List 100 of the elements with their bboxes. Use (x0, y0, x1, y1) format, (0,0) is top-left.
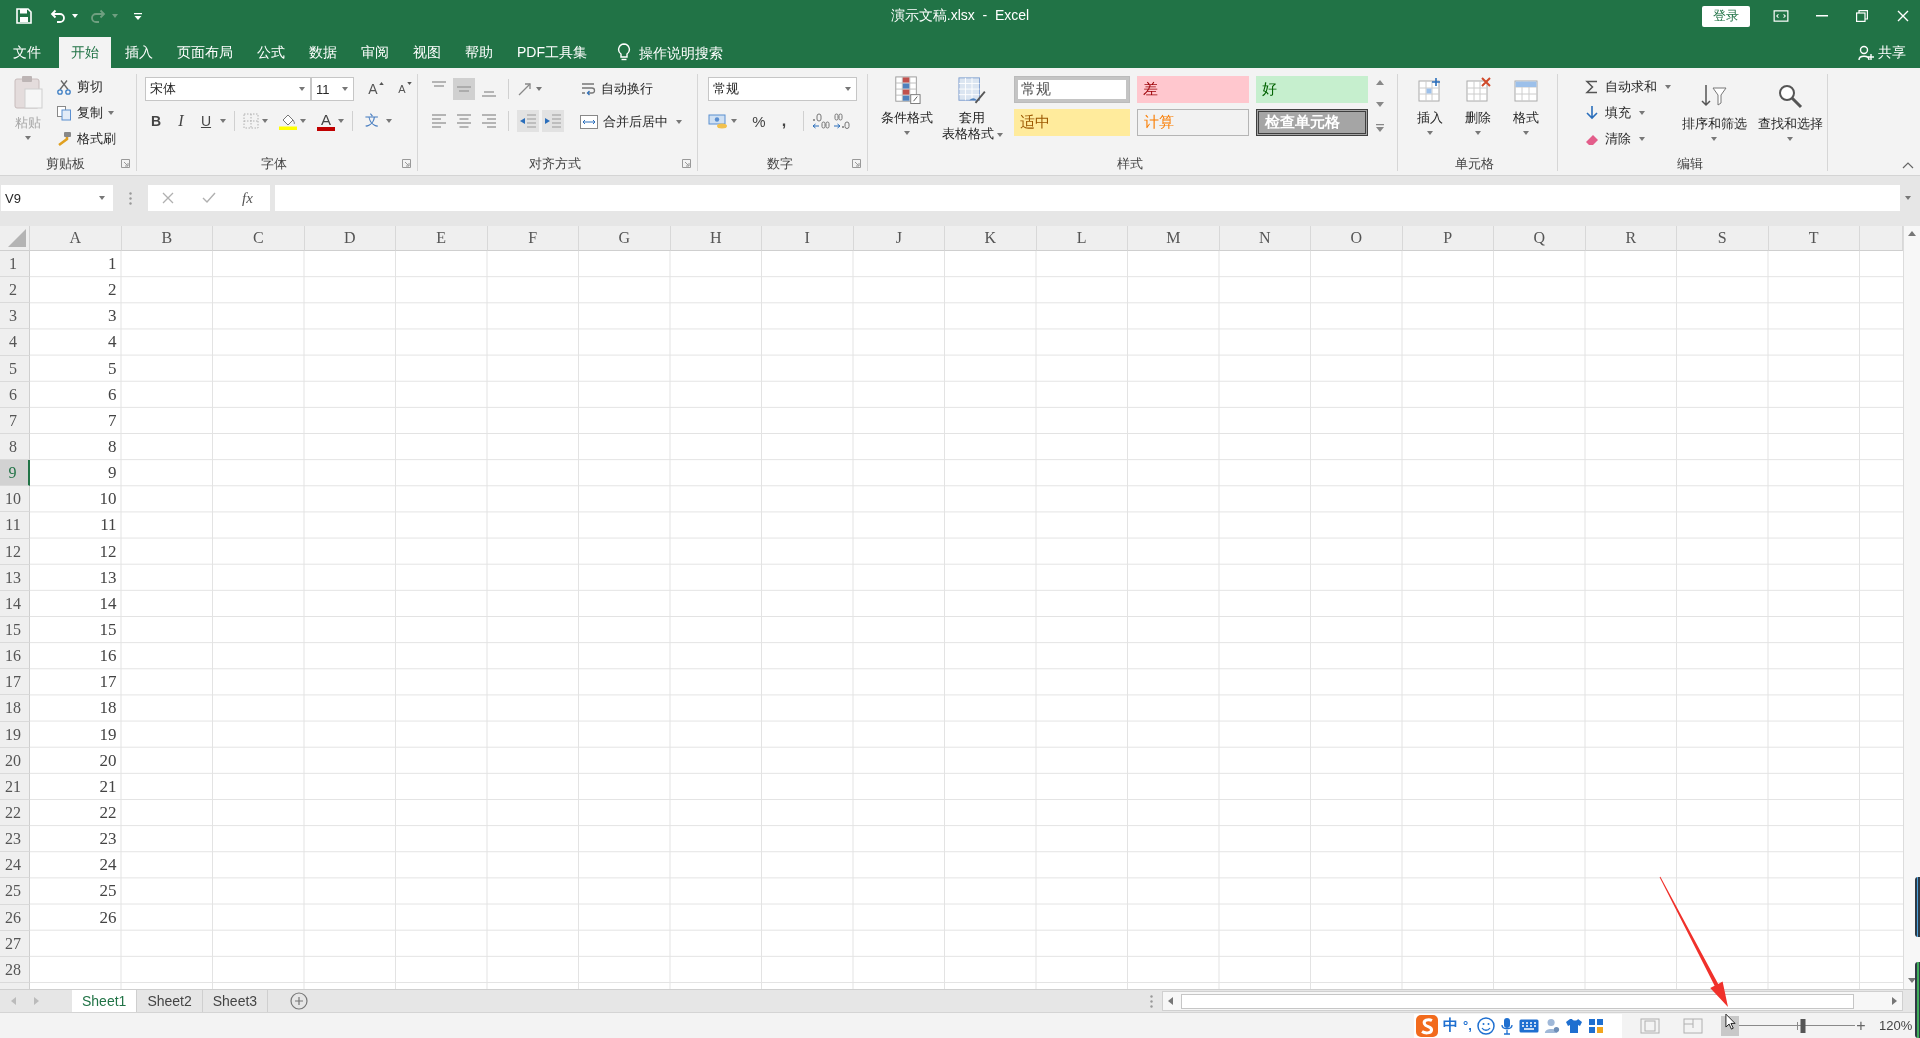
column-header[interactable]: J (853, 226, 945, 251)
page-layout-icon[interactable] (1640, 1017, 1660, 1034)
cell-style-item[interactable]: 差 (1137, 76, 1249, 103)
ribbon-display-icon[interactable] (1773, 10, 1789, 22)
increase-decimal-icon[interactable] (812, 112, 830, 130)
sort-filter-button[interactable]: 排序和筛选 (1679, 74, 1749, 152)
caret-icon[interactable] (72, 14, 78, 18)
caret-icon[interactable] (338, 119, 344, 123)
percent-button[interactable]: % (748, 110, 770, 132)
row-header[interactable]: 19 (0, 721, 30, 748)
collapse-ribbon-icon[interactable] (1902, 162, 1914, 169)
minimize-icon[interactable] (1816, 15, 1828, 17)
horizontal-scrollbar[interactable] (1162, 991, 1903, 1011)
italic-button[interactable]: I (170, 110, 192, 132)
row-header[interactable]: 24 (0, 852, 30, 879)
column-header[interactable]: A (30, 226, 122, 251)
row-header[interactable]: 10 (0, 486, 30, 513)
column-header[interactable]: Q (1494, 226, 1586, 251)
merge-center-button[interactable]: 合并后居中 (578, 109, 684, 135)
row-header[interactable]: 3 (0, 303, 30, 330)
row-header[interactable]: 17 (0, 669, 30, 696)
row-header[interactable]: 1 (0, 251, 30, 278)
row-header[interactable]: 13 (0, 564, 30, 591)
bold-button[interactable]: B (145, 110, 167, 132)
row-header[interactable]: 2 (0, 277, 30, 304)
row-header[interactable]: 21 (0, 773, 30, 800)
customize-icon[interactable] (134, 12, 142, 20)
row-header[interactable]: 16 (0, 643, 30, 670)
decrease-indent-icon[interactable] (517, 110, 539, 132)
row-header[interactable]: 12 (0, 538, 30, 565)
more-icon[interactable] (1376, 124, 1384, 132)
column-header[interactable]: G (579, 226, 671, 251)
delete-cells-button[interactable]: 删除 (1454, 72, 1502, 152)
input-mode-label[interactable]: 中 (1443, 1016, 1458, 1035)
column-header[interactable]: R (1585, 226, 1677, 251)
column-header[interactable]: P (1402, 226, 1494, 251)
column-header[interactable]: O (1311, 226, 1403, 251)
row-header[interactable]: 28 (0, 956, 30, 983)
row-header[interactable]: 22 (0, 799, 30, 827)
ribbon-tab[interactable]: 数据 (297, 37, 349, 68)
cell-style-item[interactable]: 适中 (1014, 109, 1130, 136)
smiley-icon[interactable] (1476, 1016, 1495, 1035)
undo-icon[interactable] (50, 8, 66, 24)
formula-input[interactable] (275, 185, 1900, 211)
diagonal-arrow-icon[interactable] (517, 81, 533, 97)
keyboard-icon[interactable] (1518, 1018, 1539, 1033)
clear-button[interactable]: 清除 (1582, 126, 1673, 152)
microphone-icon[interactable] (1499, 1016, 1514, 1035)
ribbon-tab[interactable]: 页面布局 (165, 37, 245, 68)
dialog-launcher-icon[interactable] (402, 159, 411, 168)
banknote-icon[interactable] (708, 113, 728, 129)
lightbulb-icon[interactable] (617, 43, 631, 61)
ribbon-tab[interactable]: PDF工具集 (505, 37, 599, 68)
column-header[interactable]: C (213, 226, 305, 251)
decrease-decimal-icon[interactable] (833, 112, 851, 130)
font-color-button[interactable]: A (317, 111, 335, 131)
conditional-formatting-button[interactable]: 条件格式 (878, 72, 936, 135)
ribbon-tab[interactable]: 视图 (401, 37, 453, 68)
number-format-field[interactable]: 常规 (708, 77, 857, 101)
shrink-font-button[interactable]: A (394, 78, 416, 100)
format-painter-button[interactable]: 格式刷 (54, 126, 118, 152)
column-header[interactable]: I (762, 226, 854, 251)
column-header[interactable]: D (304, 226, 396, 251)
caret-icon[interactable] (731, 119, 737, 123)
ribbon-tab[interactable]: 公式 (245, 37, 297, 68)
row-header[interactable]: 23 (0, 826, 30, 853)
underline-button[interactable]: U (195, 110, 217, 132)
column-header[interactable]: N (1219, 226, 1311, 251)
ribbon-tab[interactable]: 开始 (59, 37, 111, 68)
insert-function-button[interactable]: fx (242, 189, 253, 207)
select-all-button[interactable] (0, 226, 30, 251)
share-button[interactable]: 共享 (1858, 37, 1906, 68)
search-field[interactable]: 操作说明搜索 (639, 37, 731, 68)
row-header[interactable]: 5 (0, 355, 30, 382)
row-header[interactable]: 4 (0, 329, 30, 356)
wrap-text-button[interactable]: 自动换行 (578, 76, 684, 102)
down-arrow-icon[interactable] (1908, 978, 1916, 983)
cut-button[interactable]: 剪切 (54, 74, 118, 100)
row-header[interactable]: 14 (0, 590, 30, 617)
dialog-launcher-icon[interactable] (852, 159, 861, 168)
row-header[interactable]: 26 (0, 904, 30, 931)
comma-style-button[interactable]: , (773, 110, 795, 132)
row-header[interactable]: 27 (0, 930, 30, 957)
close-icon[interactable] (1897, 10, 1909, 22)
row-header[interactable]: 18 (0, 695, 30, 722)
row-header[interactable]: 9 (0, 460, 30, 487)
caret-icon[interactable] (262, 119, 268, 123)
redo-icon[interactable] (90, 8, 106, 24)
cell-style-item[interactable]: 常规 (1014, 76, 1130, 103)
grip-icon[interactable] (1150, 994, 1153, 1008)
tiles-icon[interactable] (1587, 1017, 1604, 1034)
page-break-icon[interactable] (1683, 1017, 1703, 1034)
ribbon-tab[interactable]: 帮助 (453, 37, 505, 68)
zoom-in-button[interactable]: + (1855, 1016, 1867, 1035)
format-cells-button[interactable]: 格式 (1502, 72, 1550, 152)
dialog-launcher-icon[interactable] (682, 159, 691, 168)
sign-in-button[interactable]: 登录 (1702, 5, 1750, 27)
grow-font-button[interactable]: A (365, 78, 387, 100)
phonetic-guide-button[interactable]: 文 (361, 110, 383, 132)
caret-icon[interactable] (536, 87, 542, 91)
